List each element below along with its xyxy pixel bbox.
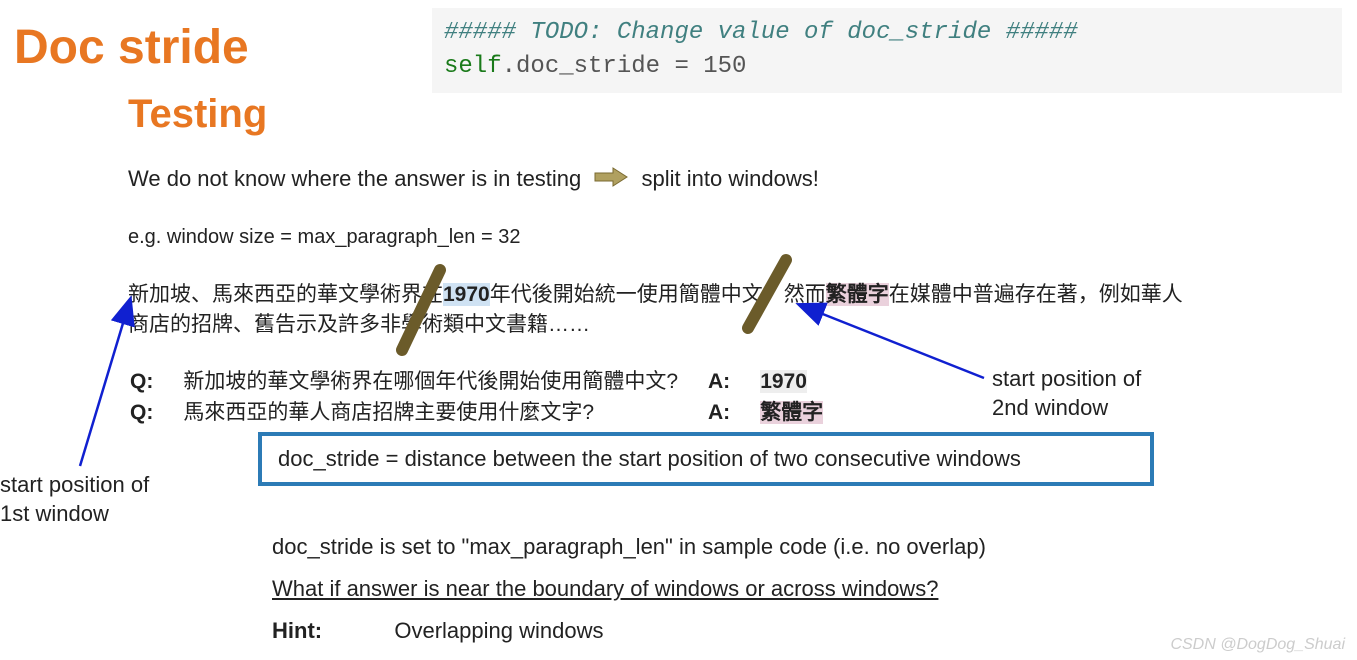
a-text-2: 繁體字: [760, 401, 823, 424]
code-rest: .doc_stride =: [502, 53, 704, 80]
example-line: e.g. window size = max_paragraph_len = 3…: [128, 226, 520, 249]
a-text-1: 1970: [760, 370, 807, 393]
para-mid1: 年代後開始統一使用簡體中文，然而: [490, 283, 826, 306]
qa-row-2: Q: 馬來西亞的華人商店招牌主要使用什麼文字? A: 繁體字: [130, 398, 851, 427]
arrow-left-icon: [80, 300, 130, 466]
hint-text: Overlapping windows: [394, 618, 603, 643]
definition-box: doc_stride = distance between the start …: [258, 432, 1154, 486]
label-start-1st-window: start position of 1st window: [0, 471, 149, 528]
a-label-2: A:: [708, 398, 758, 427]
q-label-2: Q:: [130, 398, 181, 427]
code-self: self: [444, 53, 502, 80]
code-comment: ##### TODO: Change value of doc_stride #…: [444, 19, 1078, 46]
para-highlight-year: 1970: [443, 283, 490, 306]
note-2: What if answer is near the boundary of w…: [272, 576, 938, 602]
q-label-1: Q:: [130, 367, 181, 396]
hint-line: Hint: Overlapping windows: [272, 618, 603, 644]
paragraph-chinese: 新加坡、馬來西亞的華文學術界在1970年代後開始統一使用簡體中文，然而繁體字在媒…: [128, 280, 1188, 341]
note-1: doc_stride is set to "max_paragraph_len"…: [272, 534, 986, 560]
para-pre1: 新加坡、馬來西亞的華文學術界在: [128, 283, 443, 306]
title-sub: Testing: [128, 92, 267, 137]
q-text-1: 新加坡的華文學術界在哪個年代後開始使用簡體中文?: [183, 367, 706, 396]
a-label-1: A:: [708, 367, 758, 396]
label-start-2nd-window: start position of 2nd window: [992, 365, 1141, 422]
para-highlight-word: 繁體字: [826, 283, 889, 306]
watermark: CSDN @DogDog_Shuai: [1170, 636, 1345, 654]
q-text-2: 馬來西亞的華人商店招牌主要使用什麼文字?: [183, 398, 706, 427]
code-snippet: ##### TODO: Change value of doc_stride #…: [432, 8, 1342, 93]
intro-pre: We do not know where the answer is in te…: [128, 166, 581, 191]
intro-line: We do not know where the answer is in te…: [128, 166, 819, 194]
title-main: Doc stride: [14, 20, 249, 75]
intro-post: split into windows!: [642, 166, 819, 191]
hint-label: Hint:: [272, 618, 322, 643]
qa-table: Q: 新加坡的華文學術界在哪個年代後開始使用簡體中文? A: 1970 Q: 馬…: [128, 365, 853, 430]
qa-row-1: Q: 新加坡的華文學術界在哪個年代後開始使用簡體中文? A: 1970: [130, 367, 851, 396]
code-value: 150: [703, 53, 746, 80]
arrow-right-icon: [593, 166, 629, 194]
